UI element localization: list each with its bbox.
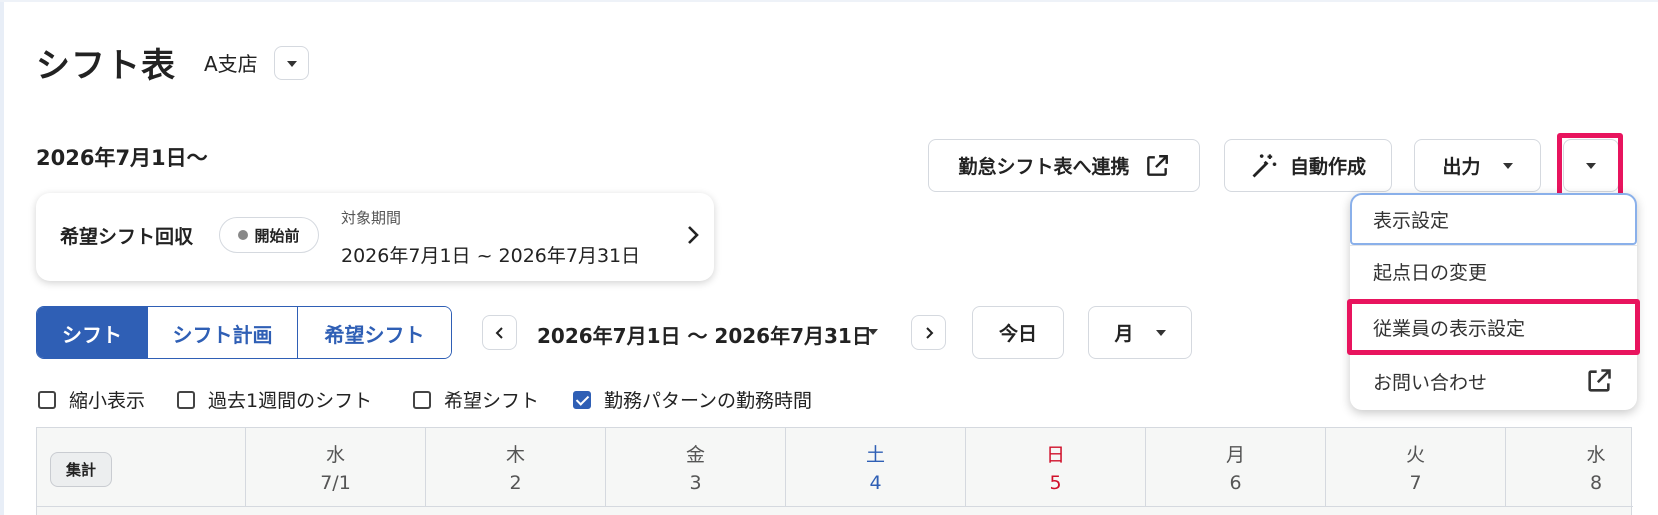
day-date: 3: [689, 472, 702, 494]
day-of-week: 火: [1405, 444, 1425, 466]
date-range-label[interactable]: 2026年7月1日 〜 2026年7月31日: [537, 320, 872, 349]
chevron-left-icon: [495, 326, 503, 339]
day-date: 4: [869, 472, 882, 494]
today-button[interactable]: 今日: [972, 306, 1064, 359]
store-name: A支店: [204, 52, 258, 76]
day-column: 木 2: [426, 428, 606, 506]
calendar-header: 集計 水 7/1 木 2 金 3 土 4 日 5 月 6 火 7 水 8: [36, 427, 1633, 515]
caret-down-icon: [287, 61, 297, 67]
menu-item-contact[interactable]: お問い合わせ: [1350, 355, 1637, 407]
day-of-week: 水: [325, 444, 345, 466]
period-label: 対象期間: [341, 209, 402, 227]
chevron-right-icon: [925, 326, 933, 339]
day-of-week: 木: [505, 444, 525, 466]
unit-select[interactable]: 月: [1088, 306, 1192, 359]
range-caret-down-icon[interactable]: [868, 329, 878, 335]
option-label: 縮小表示: [69, 390, 146, 412]
auto-create-button[interactable]: 自動作成: [1224, 139, 1392, 192]
magic-wand-icon: [1252, 153, 1277, 177]
day-column-sunday: 日 5: [966, 428, 1146, 506]
request-shift-card[interactable]: 希望シフト回収 開始前 対象期間 2026年7月1日 ~ 2026年7月31日: [36, 193, 714, 281]
day-of-week: 日: [1045, 444, 1065, 466]
date-heading: 2026年7月1日〜: [36, 146, 208, 170]
checkbox-checked[interactable]: [573, 390, 591, 409]
day-column: 火 7: [1326, 428, 1506, 506]
caret-down-icon: [1155, 329, 1166, 336]
left-border: [0, 0, 4, 515]
highlight-box: [1557, 133, 1623, 198]
checkbox[interactable]: [177, 390, 195, 409]
day-date: 2: [509, 472, 522, 494]
highlight-box: [1347, 299, 1640, 355]
menu-item-contact-label: お問い合わせ: [1373, 371, 1488, 394]
output-label: 出力: [1442, 156, 1481, 178]
day-date: 6: [1229, 472, 1242, 494]
status-dot-icon: [238, 230, 249, 240]
option-label: 勤務パターンの勤務時間: [604, 390, 813, 412]
request-card-title: 希望シフト回収: [60, 226, 194, 248]
day-date: 8: [1589, 472, 1603, 494]
checkbox[interactable]: [38, 390, 56, 409]
day-date: 7: [1409, 472, 1422, 494]
day-date: 5: [1049, 472, 1062, 494]
menu-item-change-start-day[interactable]: 起点日の変更: [1350, 245, 1637, 297]
prev-period-button[interactable]: [482, 315, 517, 350]
aggregate-cell: 集計: [37, 428, 246, 506]
day-column: 水 7/1: [246, 428, 426, 506]
tab-shift-plan[interactable]: シフト計画: [147, 307, 297, 358]
menu-item-display-settings[interactable]: 表示設定: [1350, 193, 1637, 245]
period-value: 2026年7月1日 ~ 2026年7月31日: [341, 245, 641, 267]
option-compact[interactable]: 縮小表示: [38, 386, 145, 413]
day-of-week: 月: [1225, 444, 1245, 466]
unit-label: 月: [1114, 323, 1134, 345]
external-link-icon: [1146, 154, 1168, 176]
calendar-divider: [37, 506, 1633, 507]
status-label: 開始前: [254, 226, 300, 245]
day-of-week: 金: [685, 444, 705, 466]
store-dropdown-button[interactable]: [274, 46, 309, 80]
day-column-saturday: 土 4: [786, 428, 966, 506]
next-period-button[interactable]: [911, 315, 946, 350]
day-date: 7/1: [320, 472, 351, 494]
external-link-icon: [1588, 369, 1611, 392]
status-badge: 開始前: [219, 217, 319, 253]
day-of-week: 土: [865, 444, 885, 466]
aggregate-button[interactable]: 集計: [50, 452, 112, 487]
checkbox[interactable]: [413, 390, 431, 409]
day-column: 月 6: [1146, 428, 1326, 506]
attendance-link-label: 勤怠シフト表へ連携: [958, 156, 1130, 178]
option-request-shift[interactable]: 希望シフト: [413, 386, 539, 413]
day-of-week: 水: [1586, 444, 1606, 466]
tab-request-shift[interactable]: 希望シフト: [297, 307, 451, 358]
output-button[interactable]: 出力: [1414, 139, 1541, 192]
day-column: 金 3: [606, 428, 786, 506]
attendance-link-button[interactable]: 勤怠シフト表へ連携: [928, 139, 1200, 192]
option-past-week[interactable]: 過去1週間のシフト: [177, 386, 372, 413]
option-pattern-hours[interactable]: 勤務パターンの勤務時間: [573, 386, 812, 413]
option-label: 希望シフト: [444, 390, 540, 412]
chevron-right-icon: [688, 226, 699, 244]
day-column: 水 8: [1506, 428, 1658, 506]
caret-down-icon: [1502, 162, 1513, 169]
top-border: [0, 0, 1658, 2]
tab-shift[interactable]: シフト: [37, 307, 147, 358]
option-label: 過去1週間のシフト: [208, 390, 373, 412]
view-tabs: シフト シフト計画 希望シフト: [36, 306, 452, 359]
auto-create-label: 自動作成: [1289, 156, 1366, 178]
page-title: シフト表: [36, 46, 176, 86]
